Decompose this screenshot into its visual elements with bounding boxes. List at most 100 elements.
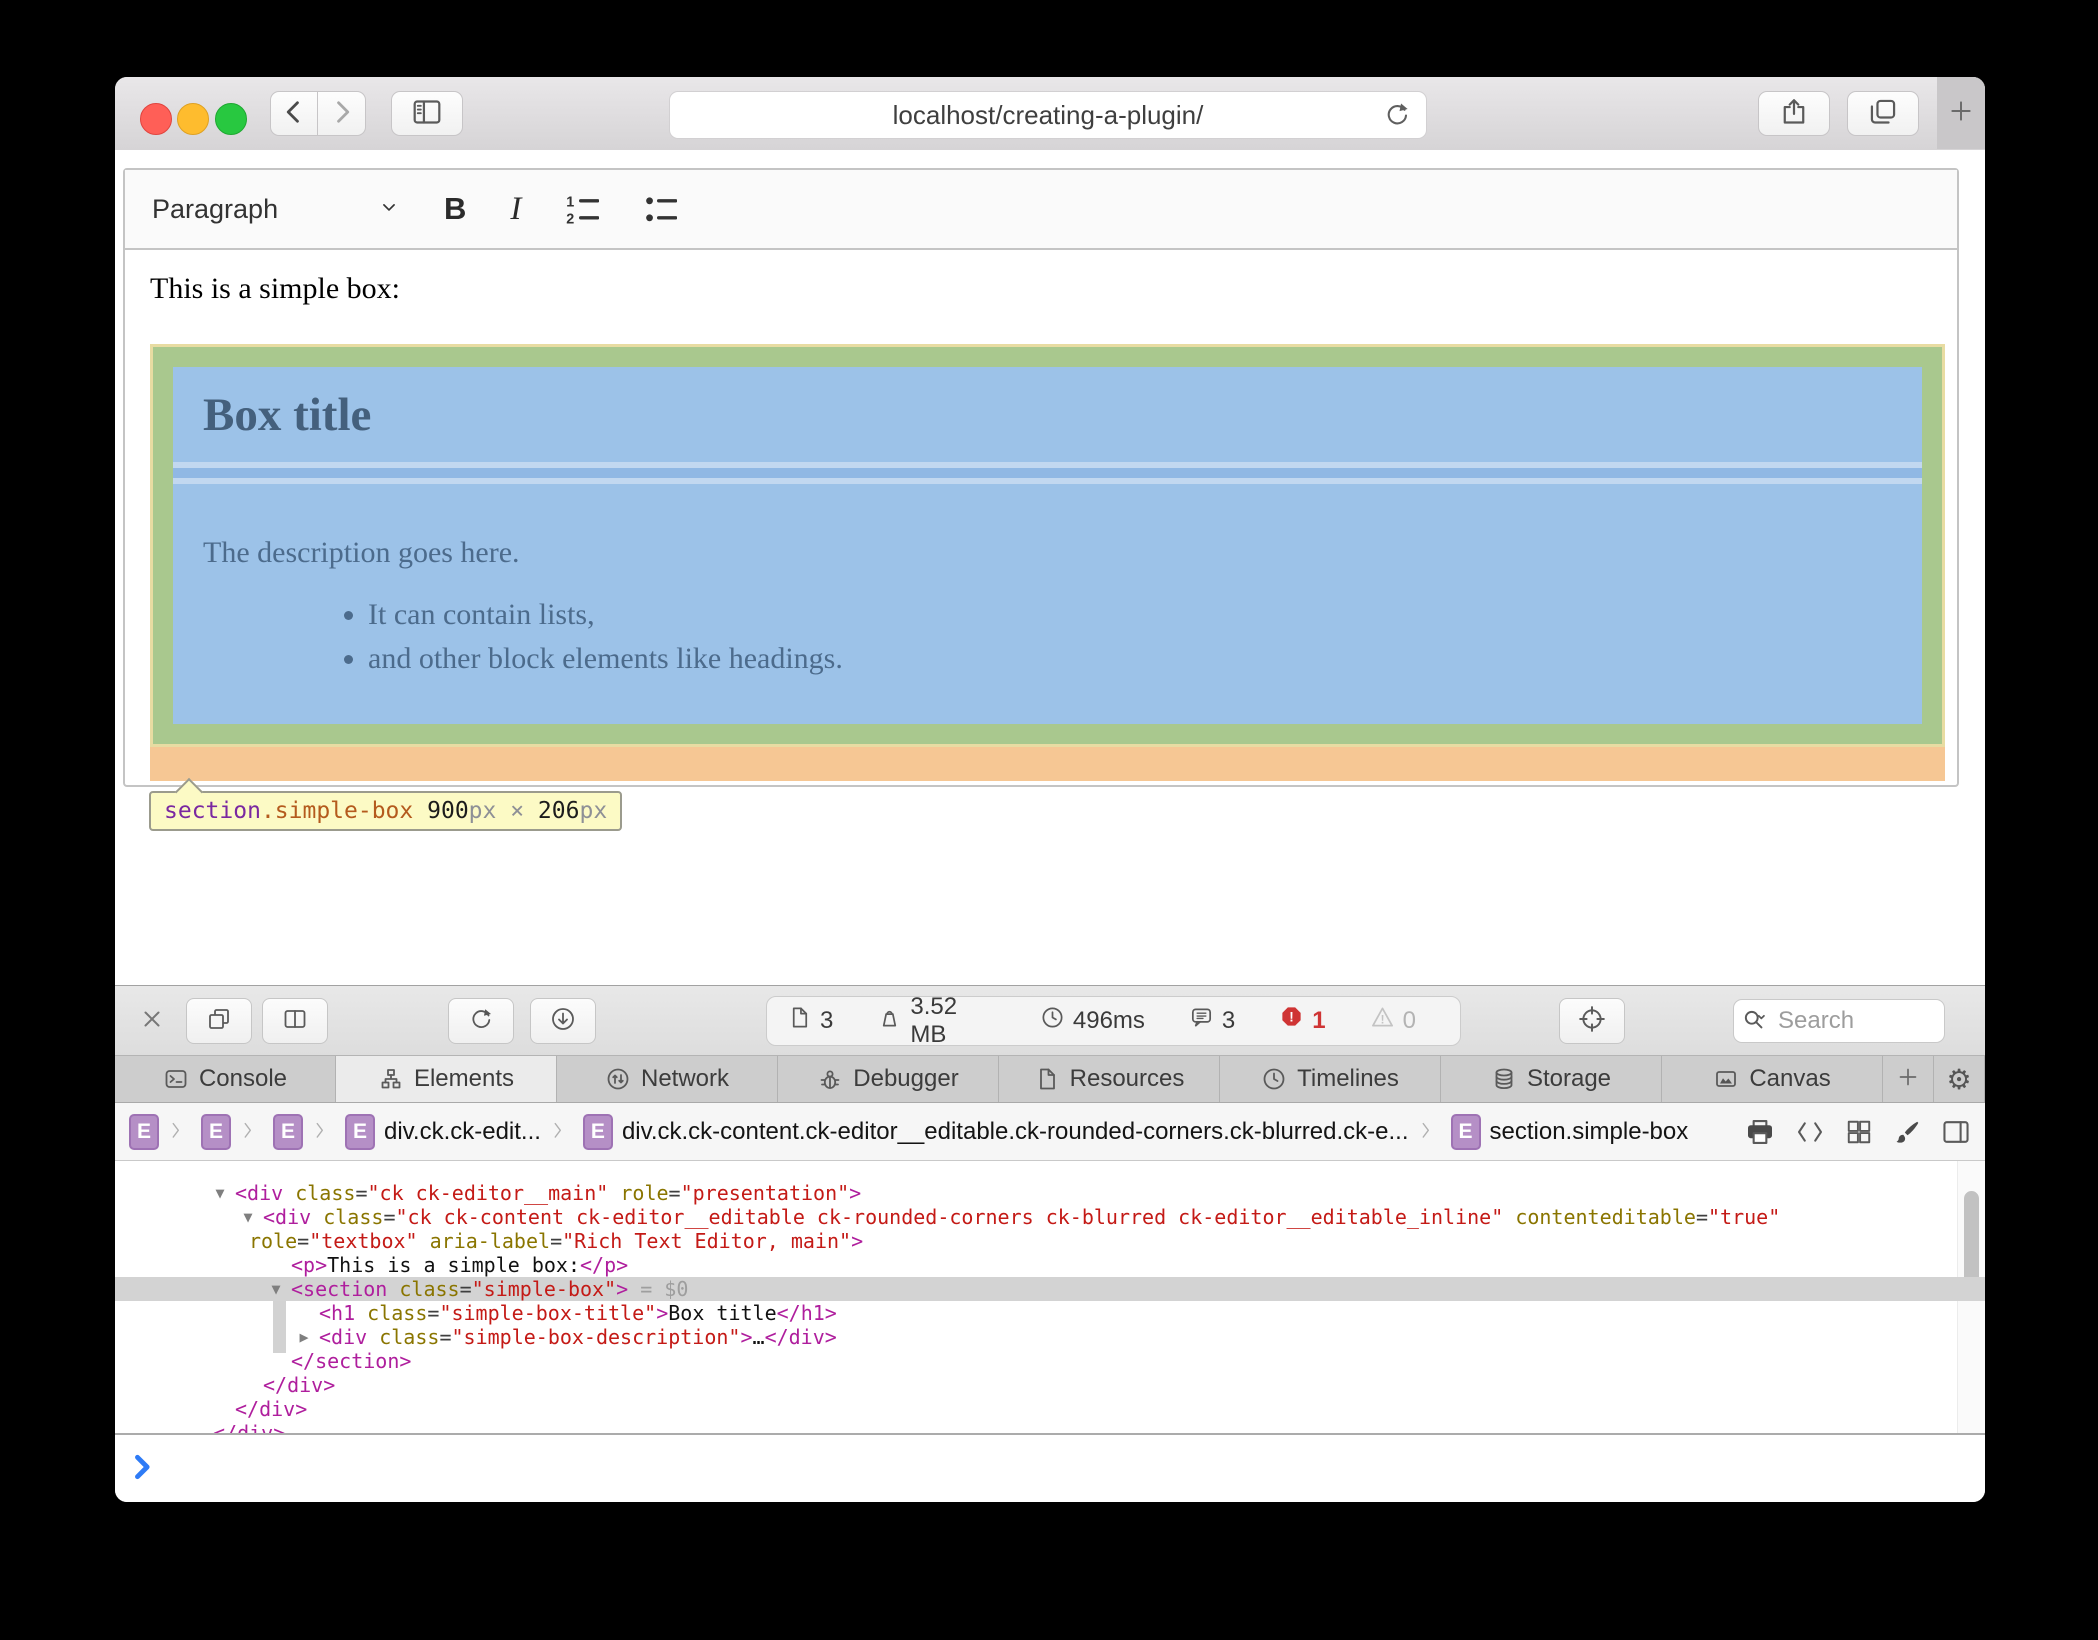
list-item: It can contain lists, <box>368 596 1922 634</box>
chevron-right-icon <box>313 1121 335 1143</box>
dom-tree[interactable]: ▼<div class="ck ck-editor__main" role="p… <box>115 1161 1985 1433</box>
tab-label: Storage <box>1527 1065 1611 1093</box>
breadcrumb-item[interactable]: Ediv.ck.ck-edit... <box>345 1114 541 1150</box>
tab-canvas[interactable]: Canvas <box>1662 1056 1883 1102</box>
dom-tree-row[interactable]: </section> <box>115 1349 1985 1373</box>
bubble-icon <box>1189 1005 1214 1037</box>
download-webarchive-button[interactable] <box>530 998 596 1044</box>
minimize-window-button[interactable] <box>177 103 209 135</box>
tab-overview-button[interactable] <box>1847 91 1919 136</box>
breadcrumb-item[interactable]: E <box>201 1114 231 1150</box>
element-icon: E <box>583 1114 613 1150</box>
details-sidebar-icon[interactable] <box>1941 1117 1971 1147</box>
new-tab-button[interactable] <box>1937 77 1985 149</box>
tab-console[interactable]: Console <box>115 1056 336 1102</box>
bold-button[interactable]: B <box>444 191 466 227</box>
dom-tree-row[interactable]: ▶<div class="simple-box-description">…</… <box>115 1325 1985 1349</box>
clock-icon <box>1040 1005 1065 1037</box>
badge-label: 3.52 MB <box>910 993 996 1049</box>
disclosure-closed-icon[interactable]: ▶ <box>293 1325 315 1349</box>
tooltip-height: 206 <box>538 798 580 824</box>
reload-icon[interactable] <box>1382 100 1412 135</box>
reload-icon <box>468 1006 494 1035</box>
source-code-icon[interactable] <box>1795 1117 1825 1147</box>
close-inspector-button[interactable] <box>130 998 174 1044</box>
badge-warning[interactable]: !0 <box>1370 1005 1416 1037</box>
chevron-right-icon <box>241 1121 263 1143</box>
italic-button[interactable]: I <box>510 191 521 228</box>
add-tab-button[interactable] <box>1883 1056 1934 1102</box>
badge-error[interactable]: !1 <box>1279 1005 1325 1037</box>
paintbrush-icon[interactable] <box>1893 1118 1921 1146</box>
breadcrumb-item[interactable]: Esection.simple-box <box>1451 1114 1689 1150</box>
element-icon: E <box>129 1114 159 1150</box>
reload-page-button[interactable] <box>448 998 514 1044</box>
close-window-button[interactable] <box>140 103 172 135</box>
breadcrumb-actions <box>1745 1103 1971 1160</box>
numbered-list-button[interactable]: 12 <box>565 191 599 228</box>
address-bar[interactable]: localhost/creating-a-plugin/ <box>669 91 1427 139</box>
tab-storage[interactable]: Storage <box>1441 1056 1662 1102</box>
elements-icon <box>378 1066 404 1092</box>
resource-stats: 3 3.52 MB 496ms 3 !1 !0 <box>766 996 1461 1046</box>
dom-tree-row[interactable]: <h1 class="simple-box-title">Box title</… <box>115 1301 1985 1325</box>
disclosure-open-icon[interactable]: ▼ <box>237 1205 259 1229</box>
badge-bubble[interactable]: 3 <box>1189 1005 1235 1037</box>
tab-debugger[interactable]: Debugger <box>778 1056 999 1102</box>
svg-text:!: ! <box>1290 1009 1294 1024</box>
dom-tree-row[interactable]: </div> <box>115 1421 1985 1433</box>
dom-tree-row[interactable]: <p>This is a simple box:</p> <box>115 1253 1985 1277</box>
breadcrumb-item[interactable]: E <box>129 1114 159 1150</box>
sidebar-icon <box>411 96 443 131</box>
element-icon: E <box>273 1114 303 1150</box>
inspector-size-tooltip: section.simple-box 900px × 206px <box>149 791 622 831</box>
settings-tab-button[interactable]: ⚙ <box>1934 1056 1985 1102</box>
sidebar-toggle-button[interactable] <box>391 91 463 136</box>
dom-tree-row[interactable]: </div> <box>115 1373 1985 1397</box>
element-picker-button[interactable] <box>1559 998 1625 1044</box>
zoom-window-button[interactable] <box>215 103 247 135</box>
dom-tree-row[interactable]: </div> <box>115 1397 1985 1421</box>
breadcrumb-item[interactable]: Ediv.ck.ck-content.ck-editor__editable.c… <box>583 1114 1409 1150</box>
disclosure-open-icon[interactable]: ▼ <box>209 1181 231 1205</box>
web-inspector: 3 3.52 MB 496ms 3 !1 !0 ConsoleElements Networ… <box>115 985 1985 1502</box>
dom-tree-row[interactable]: ▼<section class="simple-box"> = $0 <box>115 1277 1985 1301</box>
grid-overlay-icon[interactable] <box>1845 1118 1873 1146</box>
dom-tree-row[interactable]: role="textbox" aria-label="Rich Text Edi… <box>115 1229 1985 1253</box>
badge-file[interactable]: 3 <box>787 1005 833 1037</box>
badge-label: 3 <box>1222 1007 1235 1035</box>
element-icon: E <box>345 1114 375 1150</box>
print-styles-icon[interactable] <box>1745 1117 1775 1147</box>
editor-editable-area[interactable]: This is a simple box: Box title The desc… <box>125 250 1957 787</box>
paragraph-dropdown[interactable]: Paragraph <box>152 194 400 225</box>
badge-weight[interactable]: 3.52 MB <box>877 993 996 1049</box>
badge-clock[interactable]: 496ms <box>1040 1005 1145 1037</box>
console-chevron-icon <box>131 1453 159 1486</box>
tab-label: Network <box>641 1065 729 1093</box>
tab-resources[interactable]: Resources <box>999 1056 1220 1102</box>
forward-button[interactable] <box>318 91 366 136</box>
undock-button[interactable] <box>186 998 252 1044</box>
tab-label: Resources <box>1070 1065 1185 1093</box>
breadcrumb-label: div.ck.ck-content.ck-editor__editable.ck… <box>622 1118 1409 1146</box>
console-icon <box>163 1066 189 1092</box>
dock-side-button[interactable] <box>262 998 328 1044</box>
dom-tree-row[interactable]: ▼<div class="ck ck-content ck-editor__ed… <box>115 1205 1985 1229</box>
dom-tree-row[interactable]: ▼<div class="ck ck-editor__main" role="p… <box>115 1181 1985 1205</box>
undock-icon <box>206 1006 232 1035</box>
inspector-toolbar: 3 3.52 MB 496ms 3 !1 !0 <box>115 986 1985 1056</box>
url-text: localhost/creating-a-plugin/ <box>893 100 1204 131</box>
simple-box-description: The description goes here. It can contai… <box>173 484 1922 724</box>
back-button[interactable] <box>270 91 318 136</box>
console-prompt[interactable] <box>115 1433 1985 1502</box>
bulleted-list-button[interactable] <box>643 191 677 228</box>
element-icon: E <box>201 1114 231 1150</box>
tab-elements[interactable]: Elements <box>336 1056 557 1102</box>
disclosure-open-icon[interactable]: ▼ <box>265 1277 287 1301</box>
share-button[interactable] <box>1758 91 1830 136</box>
crosshair-icon <box>1578 1005 1606 1036</box>
breadcrumb-item[interactable]: E <box>273 1114 303 1150</box>
chevron-down-icon <box>378 196 400 223</box>
tab-timelines[interactable]: Timelines <box>1220 1056 1441 1102</box>
tab-network[interactable]: Network <box>557 1056 778 1102</box>
